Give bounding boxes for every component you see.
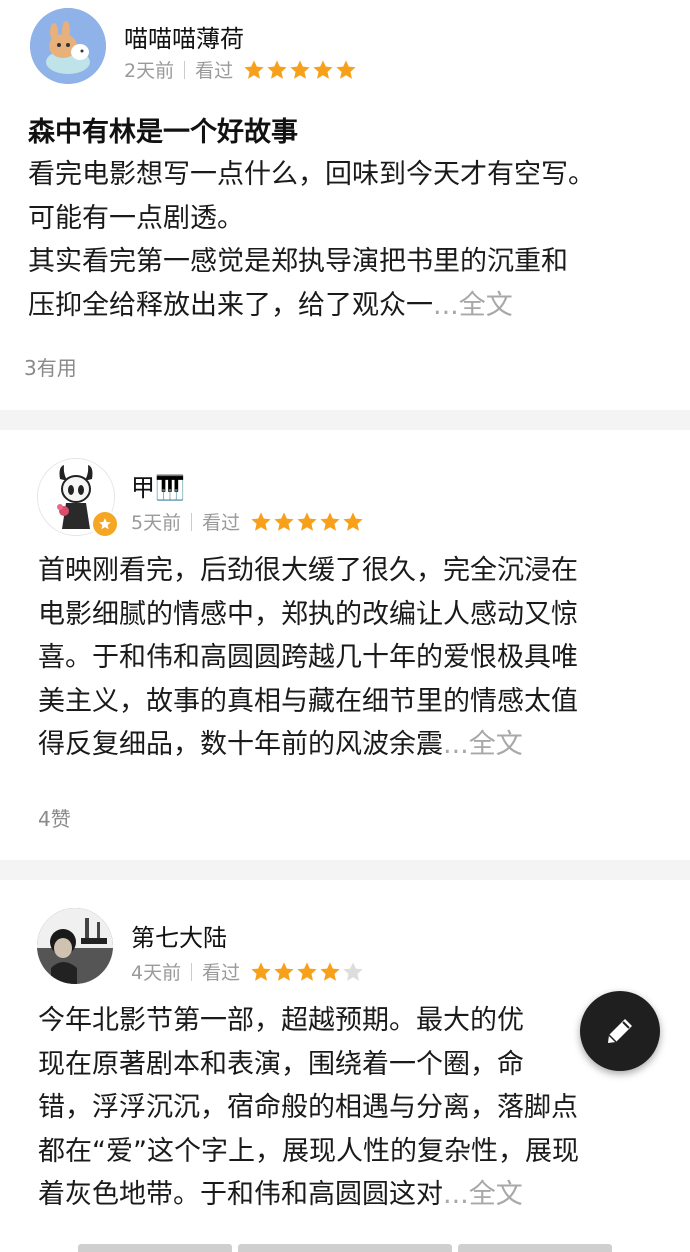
review-line: 电影细腻的情感中，郑执的改编让人感动又惊 — [38, 598, 578, 630]
review-line-last: 压抑全给释放出来了，给了观众一...全文 — [28, 284, 595, 328]
star-filled-icon — [251, 961, 271, 981]
star-filled-icon — [320, 511, 340, 531]
star-filled-icon — [290, 59, 310, 79]
pen-icon — [608, 1019, 632, 1043]
review-line: 其实看完第一感觉是郑执导演把书里的沉重和 — [28, 246, 568, 277]
bottom-bar-segment — [458, 1244, 612, 1252]
review-time: 4天前 — [131, 962, 182, 984]
star-rating — [243, 59, 358, 81]
review-line: 都在“爱”这个字上，展现人性的复杂性，展现 — [38, 1135, 579, 1167]
review-line-text: 得反复细品，数十年前的风波余震 — [38, 729, 443, 760]
bottom-bar-segment — [238, 1244, 452, 1252]
review-line-last: 着灰色地带。于和伟和高圆圆这对...全文 — [38, 1173, 579, 1217]
user-avatar[interactable] — [37, 908, 113, 984]
meta-divider — [191, 962, 193, 981]
review-line: 美主义，故事的真相与藏在细节里的情感太值 — [38, 685, 578, 717]
meta-divider — [184, 60, 186, 79]
ellipsis: ... — [443, 1179, 469, 1210]
write-review-button[interactable] — [580, 991, 660, 1071]
expand-full-text-link[interactable]: 全文 — [469, 1179, 523, 1210]
star-filled-icon — [297, 511, 317, 531]
review-meta: 4天前 看过 — [131, 958, 365, 985]
review-line: 喜。于和伟和高圆圆跨越几十年的爱恨极具唯 — [38, 642, 578, 673]
star-filled-icon — [320, 961, 340, 981]
star-filled-icon — [267, 59, 287, 79]
ellipsis: ... — [443, 729, 469, 760]
star-filled-icon — [244, 59, 264, 79]
ellipsis: ... — [433, 289, 459, 321]
bottom-bar-segment — [78, 1244, 232, 1252]
review-line: 今年北影节第一部，超越预期。最大的优 — [38, 1005, 524, 1036]
review-time: 5天前 — [131, 512, 182, 534]
review-card[interactable]: 第七大陆 4天前 看过 今年北影节第一部，超越预期。最大的优 现在原著剧本和表演… — [0, 880, 690, 1252]
review-line-text: 着灰色地带。于和伟和高圆圆这对 — [38, 1179, 443, 1210]
review-line: 现在原著剧本和表演，围绕着一个圈，命 — [38, 1048, 524, 1080]
review-line: 首映刚看完，后劲很大缓了很久，完全沉浸在 — [38, 555, 578, 586]
like-count[interactable]: 4赞 — [38, 803, 71, 832]
star-filled-icon — [274, 961, 294, 981]
star-filled-icon — [251, 511, 271, 531]
meta-divider — [191, 512, 193, 531]
star-filled-icon — [297, 961, 317, 981]
username[interactable]: 喵喵喵薄荷 — [124, 19, 244, 54]
expand-full-text-link[interactable]: 全文 — [469, 729, 523, 760]
watch-status: 看过 — [202, 962, 241, 984]
star-rating — [250, 961, 365, 983]
review-body[interactable]: 首映刚看完，后劲很大缓了很久，完全沉浸在 电影细腻的情感中，郑执的改编让人感动又… — [38, 549, 578, 767]
star-filled-icon — [313, 59, 333, 79]
review-line: 可能有一点剧透。 — [28, 202, 244, 234]
star-empty-icon — [343, 961, 363, 981]
verified-badge-icon — [91, 510, 119, 538]
review-card[interactable]: 喵喵喵薄荷 2天前 看过 森中有林是一个好故事 看完电影想写一点什么，回味到今天… — [0, 0, 690, 410]
star-rating — [250, 511, 365, 533]
useful-count[interactable]: 3有用 — [24, 352, 77, 381]
review-line-last: 得反复细品，数十年前的风波余震...全文 — [38, 723, 578, 767]
expand-full-text-link[interactable]: 全文 — [459, 290, 513, 321]
user-avatar[interactable] — [30, 8, 106, 84]
watch-status: 看过 — [195, 60, 234, 82]
review-title[interactable]: 森中有林是一个好故事 — [28, 110, 298, 149]
username[interactable]: 第七大陆 — [131, 918, 227, 953]
reviews-page: 喵喵喵薄荷 2天前 看过 森中有林是一个好故事 看完电影想写一点什么，回味到今天… — [0, 0, 690, 1252]
review-card[interactable]: 甲🎹 5天前 看过 首映刚看完，后劲很大缓了很久，完全沉浸在 电影细腻的情感中，… — [0, 430, 690, 860]
review-meta: 2天前 看过 — [124, 56, 358, 83]
star-filled-icon — [336, 59, 356, 79]
star-filled-icon — [343, 511, 363, 531]
review-line: 错，浮浮沉沉，宿命般的相遇与分离，落脚点 — [38, 1092, 578, 1123]
review-time: 2天前 — [124, 60, 175, 82]
review-meta: 5天前 看过 — [131, 508, 365, 535]
star-filled-icon — [274, 511, 294, 531]
review-body[interactable]: 看完电影想写一点什么，回味到今天才有空写。 可能有一点剧透。 其实看完第一感觉是… — [28, 153, 595, 327]
review-body[interactable]: 今年北影节第一部，超越预期。最大的优 现在原著剧本和表演，围绕着一个圈，命 错，… — [38, 999, 579, 1217]
watch-status: 看过 — [202, 512, 241, 534]
review-line-text: 压抑全给释放出来了，给了观众一 — [28, 289, 433, 321]
review-line: 看完电影想写一点什么，回味到今天才有空写。 — [28, 159, 595, 190]
username[interactable]: 甲🎹 — [131, 468, 185, 503]
